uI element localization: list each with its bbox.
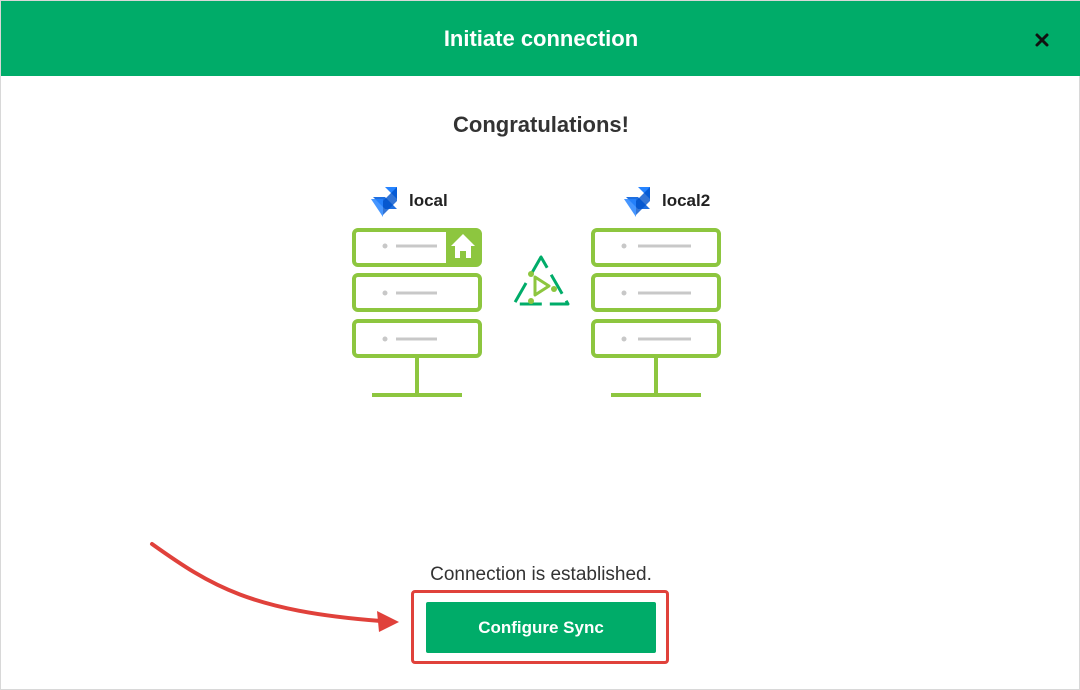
configure-sync-button[interactable]: Configure Sync: [426, 602, 656, 653]
home-icon: [446, 230, 480, 265]
exalate-connection-icon: [512, 255, 570, 306]
connection-status-text: Connection is established.: [430, 564, 652, 585]
initiate-connection-dialog: Initiate connection Congratulations! loc…: [0, 0, 1080, 690]
remote-server-icon: [591, 228, 721, 397]
connection-illustration: [352, 187, 721, 397]
jira-logo-icon: [624, 187, 650, 217]
jira-logo-icon: [371, 187, 397, 217]
